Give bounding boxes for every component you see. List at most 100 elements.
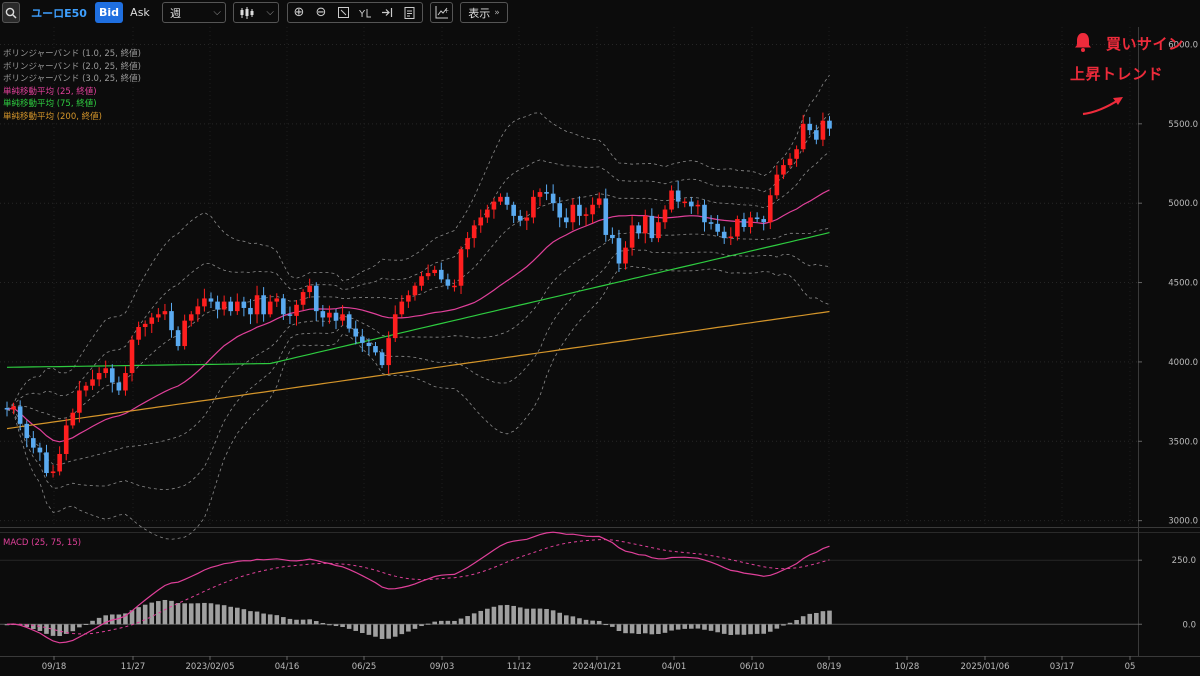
candle-body [827,120,832,129]
y-tick-label: 3000.0 [1168,517,1198,527]
candle-body [366,342,372,347]
macd-histogram-bar [267,614,273,625]
candle-body [24,423,30,439]
candle-body [675,190,681,202]
macd-histogram-bar [827,610,832,625]
macd-histogram-bar [794,620,799,625]
macd-histogram-bar [333,624,339,627]
macd-histogram-bar [182,603,187,625]
macd-histogram-bar [452,620,457,625]
macd-histogram-bar [721,624,727,634]
macd-histogram-bar [406,624,411,632]
candle-body [83,385,89,391]
macd-histogram-bar [610,624,615,627]
x-tick-label: 2023/02/05 [186,662,235,672]
candle-body [787,158,793,166]
candle-body [478,217,484,226]
macd-histogram-bar [465,616,470,625]
candle-body [63,425,69,454]
macd-histogram-bar [90,620,95,625]
candle-body [129,339,135,374]
macd-histogram-bar [77,624,82,628]
macd-histogram-bar [642,624,648,634]
macd-histogram-bar [748,624,753,635]
candle-body [445,279,451,286]
candle-body [307,285,312,293]
candle-body [149,317,155,324]
candle-body [590,204,595,215]
price-chart[interactable]: 6000.05500.05000.04500.04000.03500.03000… [0,0,1200,676]
macd-histogram-bar [392,624,398,637]
candle-body [70,412,76,426]
macd-legend[interactable]: MACD (25, 75, 15) [3,538,81,548]
macd-histogram-bar [577,618,582,625]
macd-histogram-bar [149,602,155,625]
candle-body [741,219,747,227]
buy-sign-label: 買いサイン [1106,35,1184,53]
macd-histogram-bar [524,608,530,625]
macd-histogram-bar [248,611,253,625]
candle-body [491,201,497,210]
candle-body [761,219,766,223]
macd-histogram-bar [235,607,240,625]
candle-body [735,219,740,237]
macd-histogram-bar [504,604,510,625]
candle-body [287,314,293,316]
macd-histogram-bar [274,615,280,625]
macd-histogram-bar [629,624,635,634]
macd-histogram-bar [228,606,234,625]
candle-body [136,327,141,340]
macd-histogram-bar [616,624,622,632]
candle-body [353,328,359,337]
candle-body [57,453,62,472]
candle-body [557,203,563,218]
macd-histogram-bar [761,624,766,634]
candle-body [274,298,280,302]
candle-body [814,130,819,140]
candle-body [807,123,813,131]
x-tick-label: 06/25 [352,662,377,672]
macd-histogram-bar [491,606,497,625]
macd-histogram-bar [702,624,707,630]
macd-histogram-bar [136,607,141,625]
macd-histogram-bar [287,618,293,625]
candle-body [162,311,168,315]
x-tick-label: 04/16 [275,662,300,672]
y-tick-label: 3500.0 [1168,437,1198,447]
x-tick-label: 06/10 [740,662,765,672]
candle-body [754,217,760,220]
macd-histogram-bar [741,624,747,635]
candle-body [721,231,727,239]
macd-histogram-bar [820,611,826,625]
candle-body [748,217,753,227]
macd-histogram-bar [735,624,740,635]
candle-body [425,273,431,277]
macd-histogram-bar [590,620,595,625]
macd-histogram-bar [478,610,484,625]
candle-body [544,192,549,194]
candle-body [360,336,365,343]
candle-body [537,192,543,197]
macd-histogram-bar [767,624,773,632]
macd-histogram-bar [320,622,326,625]
macd-histogram-bar [564,615,569,625]
candle-body [504,196,510,205]
candle-body [392,314,398,339]
x-tick-label: 09/18 [42,662,67,672]
candle-body [728,236,734,239]
candle-body [636,225,641,234]
candle-body [156,314,161,318]
macd-histogram-bar [623,624,628,634]
macd-histogram-bar [202,602,207,625]
macd-histogram-bar [281,617,286,625]
macd-histogram-bar [37,624,43,631]
macd-histogram-bar [695,624,701,629]
candle-body [195,306,201,315]
macd-histogram-bar [307,619,312,625]
candle-body [333,312,339,321]
macd-histogram-bar [399,624,405,635]
macd-histogram-bar [485,608,490,625]
macd-histogram-bar [162,599,168,625]
macd-tick-label: 250.0 [1172,556,1196,566]
x-tick-label: 04/01 [662,662,687,672]
